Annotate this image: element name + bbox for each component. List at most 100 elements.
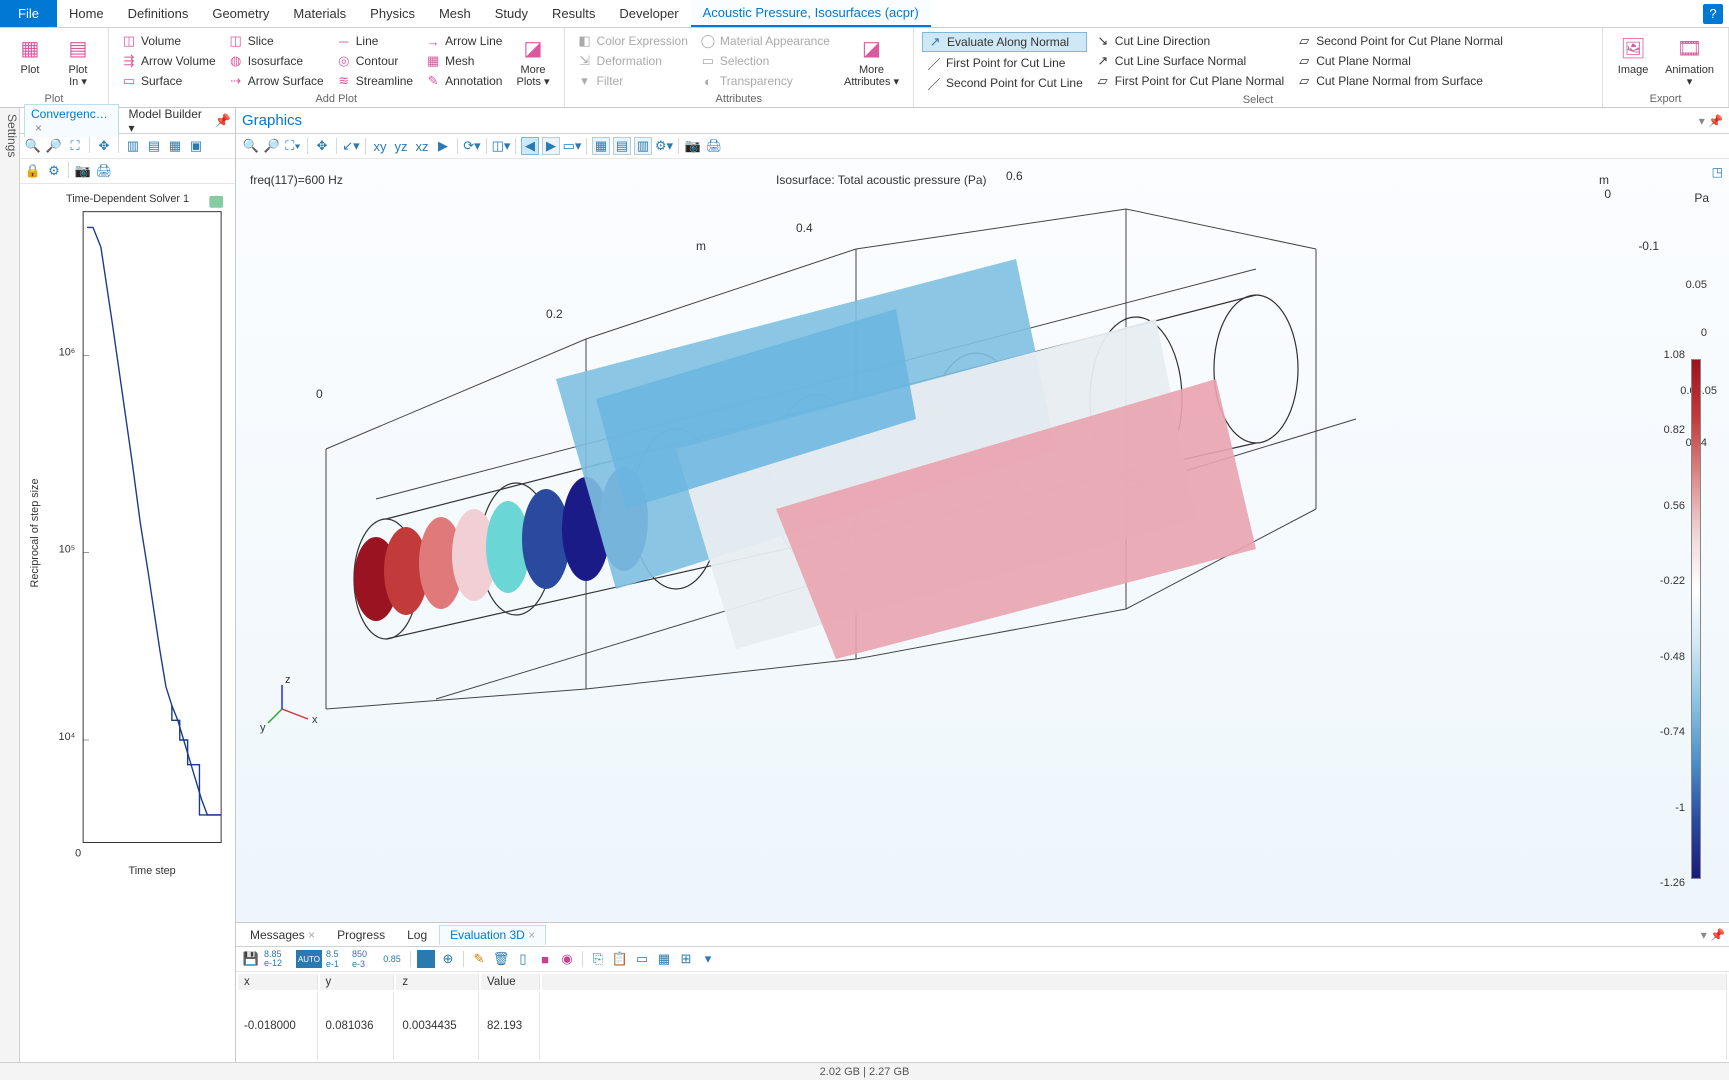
contour-button[interactable]: ◎Contour [332, 52, 417, 70]
tab-results[interactable]: Results [540, 0, 607, 27]
tab-home[interactable]: Home [57, 0, 116, 27]
bt-num4-icon[interactable]: 0.85 [380, 950, 404, 968]
col-value[interactable]: Value [481, 974, 540, 990]
g-nav-prev-icon[interactable]: ◀ [521, 137, 539, 155]
tab-messages[interactable]: Messages × [240, 926, 325, 944]
bt-paste-icon[interactable]: 📋 [611, 950, 629, 968]
second-point-cut-plane-normal-button[interactable]: ▱Second Point for Cut Plane Normal [1292, 32, 1507, 50]
g-cube-icon[interactable]: ◫▾ [492, 137, 510, 155]
g-grid2-icon[interactable]: ▤ [613, 137, 631, 155]
bt-eye-icon[interactable]: ◉ [558, 950, 576, 968]
g-window-icon[interactable]: ▭▾ [563, 137, 581, 155]
cut-line-surface-normal-button[interactable]: ↗Cut Line Surface Normal [1091, 52, 1288, 70]
file-menu[interactable]: File [0, 0, 57, 27]
g-camera-icon[interactable]: 📷 [684, 137, 702, 155]
lock-icon[interactable]: 🔒 [24, 162, 42, 180]
volume-button[interactable]: ◫Volume [117, 32, 220, 50]
tab-study[interactable]: Study [483, 0, 540, 27]
transparency-button[interactable]: ◐Transparency [696, 72, 834, 90]
bt-grid-icon[interactable]: ⊞ [677, 950, 695, 968]
more-plots-button[interactable]: ◪ More Plots ▾ [510, 32, 555, 90]
bottom-panel-menu-icon[interactable]: ▾ 📌 [1701, 928, 1725, 942]
selection-button[interactable]: ▭Selection [696, 52, 834, 70]
tab-log[interactable]: Log [397, 926, 437, 944]
g-zoom-in-icon[interactable]: 🔍 [242, 137, 260, 155]
layout1-icon[interactable]: ▥ [124, 137, 142, 155]
bt-num3-icon[interactable]: 850 e-3 [352, 950, 376, 968]
tab-geometry[interactable]: Geometry [200, 0, 281, 27]
filter-button[interactable]: ▾Filter [573, 72, 692, 90]
bt-auto-icon[interactable]: AUTO [296, 950, 322, 968]
animation-button[interactable]: 🎞 Animation ▾ [1659, 32, 1720, 90]
g-view-xz-icon[interactable]: xz [413, 137, 431, 155]
annotation-button[interactable]: ✎Annotation [421, 72, 506, 90]
scene-indicator-icon[interactable]: ◳ [1712, 165, 1723, 179]
tab-model-builder[interactable]: Model Builder ▾ [123, 105, 211, 137]
print-icon[interactable]: 🖨 [95, 162, 113, 180]
col-y[interactable]: y [320, 974, 395, 990]
tab-physics[interactable]: Physics [358, 0, 427, 27]
g-zoom-box-icon[interactable]: ⛶▾ [284, 137, 302, 155]
tab-developer[interactable]: Developer [607, 0, 690, 27]
g-view-xy-icon[interactable]: xy [371, 137, 389, 155]
g-refresh-icon[interactable]: ⟳▾ [463, 137, 481, 155]
bt-copy-icon[interactable]: ⎘ [589, 950, 607, 968]
bt-dup-icon[interactable]: ▭ [633, 950, 651, 968]
bt-sq2-icon[interactable]: ■ [536, 950, 554, 968]
g-move-icon[interactable]: ✥ [313, 137, 331, 155]
slice-button[interactable]: ◫Slice [224, 32, 328, 50]
tab-progress[interactable]: Progress [327, 926, 395, 944]
tab-materials[interactable]: Materials [281, 0, 358, 27]
plot-in-button[interactable]: ▤ Plot In ▾ [56, 32, 100, 90]
layout4-icon[interactable]: ▣ [187, 137, 205, 155]
bt-num2-icon[interactable]: 8.5 e-1 [326, 950, 348, 968]
settings-rail[interactable]: Settings [0, 108, 20, 1062]
gear-icon[interactable]: ⚙ [45, 162, 63, 180]
help-button[interactable]: ? [1703, 4, 1723, 24]
g-gear-icon[interactable]: ⚙▾ [655, 137, 673, 155]
tab-convergence[interactable]: Convergenc…× [24, 104, 119, 137]
bt-trash-icon[interactable]: 🗑 [492, 950, 510, 968]
g-nav-next-icon[interactable]: ▶ [542, 137, 560, 155]
bt-save-icon[interactable]: 💾 [242, 950, 260, 968]
bt-num1-icon[interactable]: 8.85 e-12 [264, 950, 292, 968]
col-z[interactable]: z [396, 974, 479, 990]
g-view-yz-icon[interactable]: yz [392, 137, 410, 155]
isosurface-button[interactable]: ◍Isosurface [224, 52, 328, 70]
line-button[interactable]: ─Line [332, 32, 417, 50]
bt-sq1-icon[interactable]: ▯ [514, 950, 532, 968]
tab-mesh[interactable]: Mesh [427, 0, 483, 27]
camera-icon[interactable]: 📷 [74, 162, 92, 180]
streamline-button[interactable]: ≋Streamline [332, 72, 417, 90]
bt-globe-icon[interactable]: ⊕ [439, 950, 457, 968]
arrow-line-button[interactable]: →Arrow Line [421, 32, 506, 50]
layout3-icon[interactable]: ▦ [166, 137, 184, 155]
arrow-surface-button[interactable]: ⇢Arrow Surface [224, 72, 328, 90]
zoom-in-icon[interactable]: 🔍 [24, 137, 42, 155]
cut-line-direction-button[interactable]: ↘Cut Line Direction [1091, 32, 1288, 50]
first-point-cut-plane-normal-button[interactable]: ▱First Point for Cut Plane Normal [1091, 72, 1288, 90]
surface-button[interactable]: ▭Surface [117, 72, 220, 90]
col-x[interactable]: x [238, 974, 318, 990]
move-icon[interactable]: ✥ [95, 137, 113, 155]
mesh-button[interactable]: ▦Mesh [421, 52, 506, 70]
cut-plane-normal-button[interactable]: ▱Cut Plane Normal [1292, 52, 1507, 70]
bt-blue1-icon[interactable]: ■ [417, 950, 435, 968]
g-grid1-icon[interactable]: ▦ [592, 137, 610, 155]
g-print-icon[interactable]: 🖨 [705, 137, 723, 155]
g-grid3-icon[interactable]: ▥ [634, 137, 652, 155]
cut-plane-normal-surface-button[interactable]: ▱Cut Plane Normal from Surface [1292, 72, 1507, 90]
tab-evaluation-3d[interactable]: Evaluation 3D × [439, 925, 546, 945]
plot-button[interactable]: ▦ Plot [8, 32, 52, 78]
close-icon[interactable]: × [308, 928, 315, 942]
arrow-volume-button[interactable]: ⇶Arrow Volume [117, 52, 220, 70]
zoom-out-icon[interactable]: 🔎 [45, 137, 63, 155]
graphics-view[interactable]: freq(117)=600 Hz Isosurface: Total acous… [236, 159, 1729, 922]
panel-menu-icon[interactable]: ▾ 📌 [1699, 114, 1723, 128]
image-button[interactable]: 🖼 Image [1611, 32, 1655, 78]
g-view-go-icon[interactable]: ▶ [434, 137, 452, 155]
deformation-button[interactable]: ⇲Deformation [573, 52, 692, 70]
bt-brush-icon[interactable]: ✎ [470, 950, 488, 968]
g-axes-icon[interactable]: ↙▾ [342, 137, 360, 155]
bt-dropdown-icon[interactable]: ▾ [699, 950, 717, 968]
